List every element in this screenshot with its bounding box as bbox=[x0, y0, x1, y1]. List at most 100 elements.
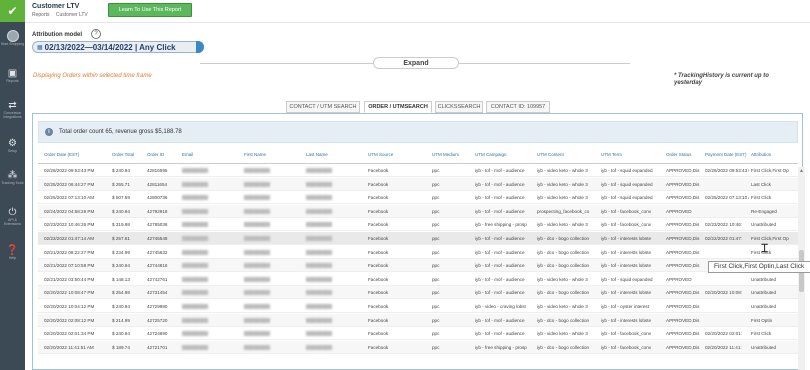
table-cell: ████████ bbox=[182, 222, 209, 228]
summary-text: Total order count 65, revenue gross $5,1… bbox=[59, 129, 182, 135]
sidebar-item-reports[interactable]: ▣ Reports bbox=[0, 68, 25, 83]
table-cell: 02/22/2022 01:47: bbox=[705, 236, 743, 241]
summary-bar: i Total order count 65, revenue gross $5… bbox=[38, 121, 798, 143]
column-header[interactable]: First Name bbox=[244, 152, 304, 157]
table-cell: ████████ bbox=[182, 181, 209, 187]
table-cell: First Click bbox=[751, 249, 772, 255]
table-cell: 02/20/2022 11:41:51 AM bbox=[44, 344, 94, 350]
table-cell: iyb - tof - mof - audience bbox=[475, 208, 525, 214]
tab-contact-utm-search[interactable]: CONTACT / UTM SEARCH bbox=[286, 101, 360, 113]
table-cell: iyb - tof - interests lobste bbox=[601, 236, 652, 241]
column-header[interactable]: Order Date (EST) bbox=[44, 152, 110, 157]
table-cell: $ 214.99 bbox=[112, 317, 130, 323]
table-row[interactable]: 02/24/2022 04:58:26 PM $ 240.94 42792918 ██… bbox=[38, 204, 798, 218]
sidebar-item-label: Reports bbox=[6, 79, 19, 83]
table-cell: Facebook bbox=[368, 317, 389, 323]
table-cell: ppc bbox=[432, 317, 440, 323]
table-cell: ████████ bbox=[182, 317, 209, 323]
column-header[interactable]: Attribution bbox=[751, 152, 798, 157]
sidebar-item-help[interactable]: ❓ Help bbox=[0, 245, 25, 260]
table-cell: ppc bbox=[432, 236, 440, 241]
table-cell: ████████ bbox=[306, 331, 333, 337]
table-cell: ████████ bbox=[244, 222, 271, 228]
info-icon: i bbox=[45, 128, 53, 136]
table-row[interactable]: 02/20/2022 10:04:12 PM $ 240.94 42729980 ██… bbox=[38, 300, 798, 313]
sidebar-item-label: Conversion Integrations bbox=[3, 111, 22, 119]
table-cell: ████████ bbox=[182, 331, 209, 337]
table-cell: Facebook bbox=[368, 208, 389, 214]
learn-report-button[interactable]: Learn To Use This Report bbox=[108, 3, 192, 17]
table-cell: APPROVED,Dis bbox=[666, 304, 700, 309]
table-cell: APPROVED,Dis bbox=[666, 249, 700, 255]
table-row[interactable]: 02/21/2022 03:50:44 PM $ 148.13 42742761 ██… bbox=[38, 273, 798, 286]
table-cell: ████████ bbox=[182, 195, 209, 201]
table-row[interactable]: 02/28/2022 09:53:43 PM $ 240.94 42816595 ██… bbox=[38, 164, 798, 177]
table-cell: iyb - tof - facebook_conv bbox=[601, 344, 652, 350]
sidebar-item-start[interactable]: Start Shopping bbox=[0, 30, 25, 46]
help-icon[interactable]: ? bbox=[91, 29, 101, 39]
column-header[interactable]: UTM Term bbox=[601, 152, 663, 157]
column-header[interactable]: Order ID bbox=[147, 152, 180, 157]
column-header[interactable]: Payment Date (EST) bbox=[705, 152, 749, 157]
column-header[interactable]: UTM Campaign bbox=[475, 152, 535, 157]
sidebar-item-conversion[interactable]: ⇄ Conversion Integrations bbox=[0, 100, 25, 119]
table-row[interactable]: 02/20/2022 02:01:34 PM $ 240.94 42724690 ██… bbox=[38, 327, 798, 341]
column-header[interactable]: UTM Source bbox=[368, 152, 428, 157]
date-picker-toggle[interactable] bbox=[196, 41, 204, 53]
expand-button[interactable]: Expand bbox=[373, 57, 459, 69]
table-cell: First Click,First Op bbox=[751, 236, 789, 241]
column-header[interactable]: UTM Medium bbox=[432, 152, 472, 157]
sidebar-item-tracking[interactable]: ⁂ Tracking Tools bbox=[0, 170, 25, 185]
column-header[interactable]: Last Name bbox=[306, 152, 366, 157]
table-row[interactable]: 02/20/2022 02:08:12 PM $ 214.99 42725720 ██… bbox=[38, 313, 798, 327]
sidebar-item-api[interactable]: ⏻ API & Extensions bbox=[0, 207, 25, 226]
table-cell: $ 234.99 bbox=[112, 249, 130, 255]
column-header[interactable]: UTM Content bbox=[537, 152, 599, 157]
table-cell: iyb - tof - interests lobste bbox=[601, 317, 652, 323]
table-cell: iyb - tof - squid expanded bbox=[601, 181, 653, 187]
date-range-picker[interactable]: ▦ 02/13/2022—03/14/2022 | Any Click bbox=[32, 41, 204, 53]
network-icon: ⁂ bbox=[7, 170, 18, 181]
table-cell: ████████ bbox=[182, 249, 209, 255]
sidebar-item-setup[interactable]: ⚙ Setup bbox=[0, 138, 25, 153]
table-cell: iyb - tof - mof - audience bbox=[475, 263, 525, 269]
breadcrumb-reports[interactable]: Reports bbox=[32, 12, 50, 18]
column-header[interactable]: Order Total bbox=[112, 152, 145, 157]
column-header[interactable]: Email bbox=[182, 152, 242, 157]
table-row[interactable]: 02/21/2022 07:10:58 PM $ 240.94 42744816 ██… bbox=[38, 259, 798, 273]
table-cell: First Click,First Op bbox=[751, 168, 789, 173]
table-row[interactable]: 02/25/2022 06:44:27 PM $ 255.71 42811654 ██… bbox=[38, 177, 798, 191]
table-cell: 42745548 bbox=[147, 236, 168, 241]
table-cell: iyb - tof - mof - audience bbox=[475, 290, 525, 296]
attribution-model-label: Attribution model bbox=[32, 32, 82, 38]
table-cell: ppc bbox=[432, 195, 440, 201]
column-header[interactable]: Order Status bbox=[666, 152, 703, 157]
app-logo[interactable]: ✔ bbox=[0, 0, 25, 22]
table-cell: 42800736 bbox=[147, 195, 168, 201]
table-cell: Facebook bbox=[368, 222, 389, 228]
table-row[interactable]: 02/21/2022 08:22:27 PM $ 234.99 42745632 ██… bbox=[38, 246, 798, 259]
table-cell: iyb - video keto - whole 3 bbox=[537, 168, 588, 173]
plug-icon: ⏻ bbox=[8, 207, 17, 218]
tab-contact-id[interactable]: CONTACT ID: 109957 bbox=[486, 101, 550, 113]
table-cell: iyb - video keto - whole 3 bbox=[537, 181, 588, 187]
table-row[interactable]: 02/20/2022 10:08:47 PM $ 254.98 42731454 ██… bbox=[38, 286, 798, 300]
table-cell: iyb - video keto - whole 3 bbox=[537, 276, 588, 282]
table-cell: iyb - dco - bogo collection bbox=[537, 317, 590, 323]
table-row[interactable]: 02/23/2022 10:46:26 PM $ 319.98 42785036 ██… bbox=[38, 218, 798, 232]
scroll-up-icon[interactable]: ▲ bbox=[799, 168, 804, 174]
table-row[interactable]: 02/25/2022 07:13:10 AM $ 507.59 42800736 ██… bbox=[38, 191, 798, 205]
table-row[interactable]: 02/20/2022 11:41:51 AM $ 189.74 42721701 ██… bbox=[38, 340, 798, 354]
table-cell: 02/24/2022 04:58:26 PM bbox=[44, 208, 95, 214]
table-cell: iyb - dco - bogo collection bbox=[537, 263, 590, 269]
table-cell: iyb - tof - squid expanded bbox=[601, 168, 653, 173]
table-cell: APPROVED,Dis bbox=[666, 290, 700, 296]
table-cell: APPROVED,Dis bbox=[666, 236, 700, 241]
tab-order-utm-search[interactable]: ORDER / UTMSEARCH bbox=[364, 101, 432, 113]
table-cell: APPROVED,Dis bbox=[666, 168, 700, 173]
table-cell: ████████ bbox=[306, 208, 333, 214]
sidebar-item-label: API & Extensions bbox=[3, 218, 22, 226]
table-row[interactable]: 02/22/2022 01:47:14 AM $ 257.61 42745548 ██… bbox=[38, 232, 798, 245]
table-cell: 42816595 bbox=[147, 168, 168, 173]
tab-clicks-search[interactable]: CLICKSSEARCH bbox=[435, 101, 483, 113]
